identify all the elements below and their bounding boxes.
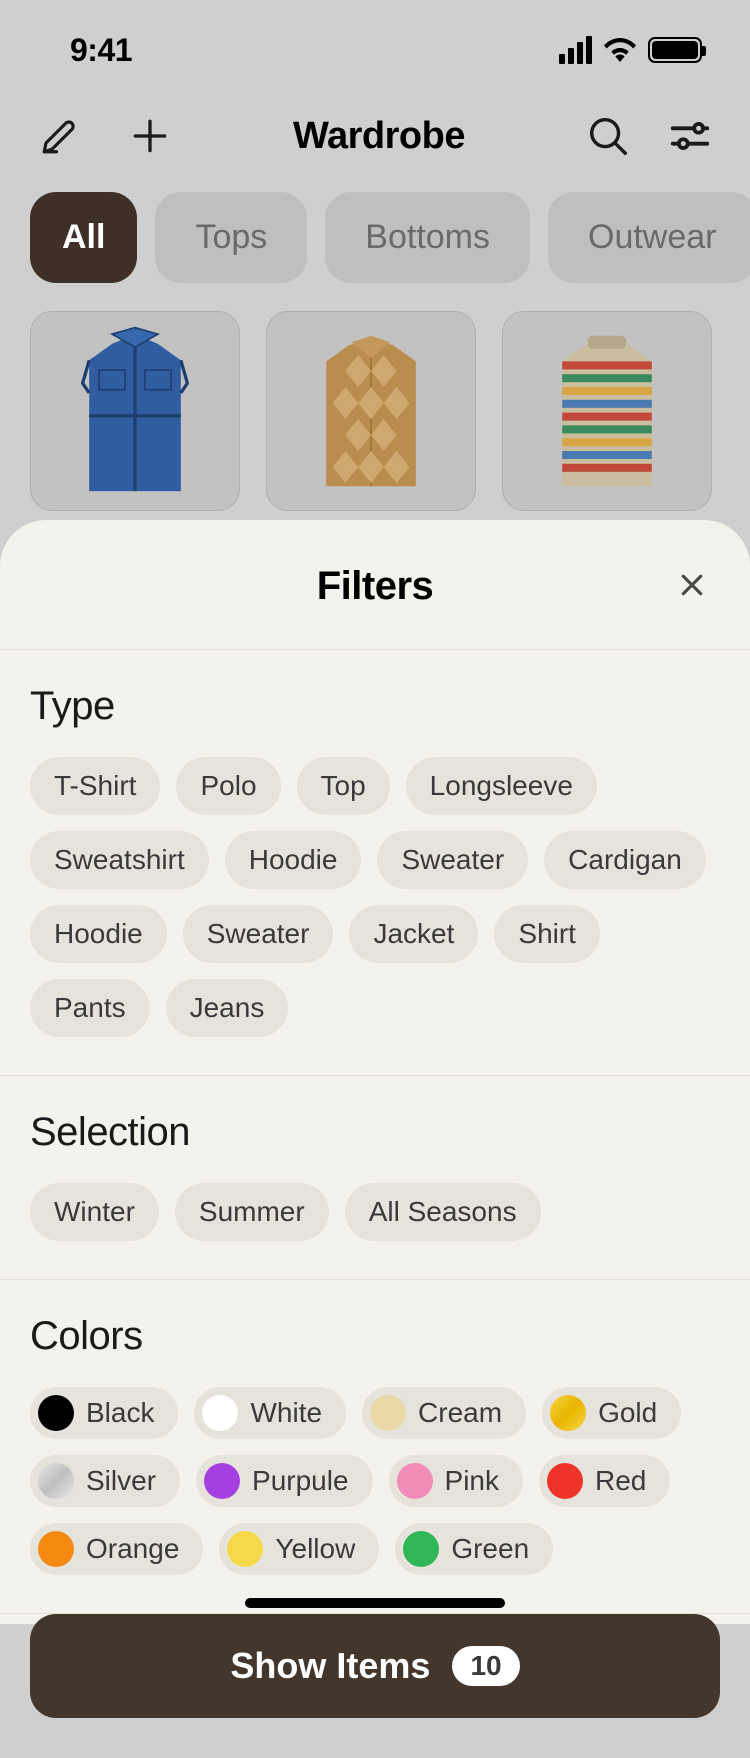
color-swatch: [550, 1395, 586, 1431]
color-label: Yellow: [275, 1533, 355, 1565]
category-tab[interactable]: Outwear: [548, 192, 750, 283]
color-label: Purpule: [252, 1465, 349, 1497]
color-chip[interactable]: Yellow: [219, 1523, 379, 1575]
type-chip[interactable]: T-Shirt: [30, 757, 160, 815]
color-chip[interactable]: Orange: [30, 1523, 203, 1575]
color-chip[interactable]: Pink: [389, 1455, 523, 1507]
selection-chip[interactable]: Summer: [175, 1183, 329, 1241]
plus-icon: [128, 114, 172, 158]
color-chip[interactable]: Gold: [542, 1387, 681, 1439]
color-swatch: [547, 1463, 583, 1499]
type-chip[interactable]: Sweater: [377, 831, 528, 889]
battery-icon: [648, 37, 702, 63]
color-swatch: [370, 1395, 406, 1431]
color-label: Black: [86, 1397, 154, 1429]
sheet-header: Filters: [0, 520, 750, 650]
filter-button[interactable]: [664, 110, 716, 162]
filter-section-colors: Colors Black White Cream Gold Silver Purpule P…: [0, 1280, 750, 1614]
color-chip[interactable]: White: [194, 1387, 346, 1439]
color-label: Orange: [86, 1533, 179, 1565]
section-label: Colors: [30, 1314, 720, 1359]
color-chip[interactable]: Cream: [362, 1387, 526, 1439]
clothing-item[interactable]: [502, 311, 712, 511]
color-label: Red: [595, 1465, 646, 1497]
add-button[interactable]: [124, 110, 176, 162]
type-chip[interactable]: Shirt: [494, 905, 600, 963]
cardigan-image: [291, 321, 451, 501]
selection-chip[interactable]: Winter: [30, 1183, 159, 1241]
selection-chip[interactable]: All Seasons: [345, 1183, 541, 1241]
type-chip[interactable]: Hoodie: [225, 831, 362, 889]
color-swatch: [397, 1463, 433, 1499]
clothing-grid: [0, 311, 750, 511]
item-count-badge: 10: [452, 1646, 519, 1686]
edit-button[interactable]: [34, 110, 86, 162]
sliders-icon: [667, 113, 713, 159]
color-label: Green: [451, 1533, 529, 1565]
type-chip[interactable]: Top: [297, 757, 390, 815]
color-label: Gold: [598, 1397, 657, 1429]
type-chip[interactable]: Cardigan: [544, 831, 706, 889]
close-icon: [677, 570, 707, 600]
filters-sheet: Filters Type T-Shirt Polo Top Longsleeve Swe…: [0, 520, 750, 1624]
color-chip[interactable]: Green: [395, 1523, 553, 1575]
color-label: Pink: [445, 1465, 499, 1497]
clothing-item[interactable]: [30, 311, 240, 511]
type-chip[interactable]: Hoodie: [30, 905, 167, 963]
navbar: Wardrobe: [0, 100, 750, 192]
color-swatch: [38, 1395, 74, 1431]
color-swatch: [38, 1463, 74, 1499]
color-swatch: [38, 1531, 74, 1567]
color-chips: Black White Cream Gold Silver Purpule Pink Red O…: [30, 1387, 720, 1575]
show-items-label: Show Items: [230, 1645, 430, 1687]
clothing-item[interactable]: [266, 311, 476, 511]
color-chip[interactable]: Black: [30, 1387, 178, 1439]
sheet-footer: Show Items 10: [0, 1614, 750, 1758]
category-tab[interactable]: All: [30, 192, 137, 283]
color-chip[interactable]: Silver: [30, 1455, 180, 1507]
wifi-icon: [604, 38, 636, 62]
type-chip[interactable]: Sweater: [183, 905, 334, 963]
type-chip[interactable]: Jacket: [349, 905, 478, 963]
category-tab[interactable]: Bottoms: [325, 192, 530, 283]
color-swatch: [227, 1531, 263, 1567]
type-chip[interactable]: Jeans: [166, 979, 289, 1037]
close-button[interactable]: [670, 563, 714, 607]
color-chip[interactable]: Red: [539, 1455, 670, 1507]
type-chip[interactable]: Sweatshirt: [30, 831, 209, 889]
home-indicator: [245, 1598, 505, 1608]
sweater-image: [527, 321, 687, 501]
pencil-icon: [39, 115, 81, 157]
search-button[interactable]: [582, 110, 634, 162]
section-label: Type: [30, 684, 720, 729]
filter-section-selection: Selection Winter Summer All Seasons: [0, 1076, 750, 1280]
denim-jacket-image: [50, 321, 220, 501]
category-tab[interactable]: Tops: [155, 192, 307, 283]
color-chip[interactable]: Purpule: [196, 1455, 373, 1507]
status-indicators: [559, 36, 702, 64]
type-chip[interactable]: Longsleeve: [406, 757, 597, 815]
color-swatch: [403, 1531, 439, 1567]
color-label: Silver: [86, 1465, 156, 1497]
search-icon: [585, 113, 631, 159]
color-swatch: [202, 1395, 238, 1431]
type-chip[interactable]: Polo: [176, 757, 280, 815]
color-swatch: [204, 1463, 240, 1499]
type-chips: T-Shirt Polo Top Longsleeve Sweatshirt Hoodie…: [30, 757, 720, 1037]
category-tabs: AllTopsBottomsOutwearF: [0, 192, 750, 311]
type-chip[interactable]: Pants: [30, 979, 150, 1037]
status-time: 9:41: [70, 32, 132, 69]
section-label: Selection: [30, 1110, 720, 1155]
color-label: White: [250, 1397, 322, 1429]
sheet-title: Filters: [0, 564, 750, 609]
selection-chips: Winter Summer All Seasons: [30, 1183, 720, 1241]
page-title: Wardrobe: [176, 115, 582, 158]
show-items-button[interactable]: Show Items 10: [30, 1614, 720, 1718]
status-bar: 9:41: [0, 0, 750, 100]
cellular-icon: [559, 36, 592, 64]
color-label: Cream: [418, 1397, 502, 1429]
filter-section-type: Type T-Shirt Polo Top Longsleeve Sweatshirt H…: [0, 650, 750, 1076]
